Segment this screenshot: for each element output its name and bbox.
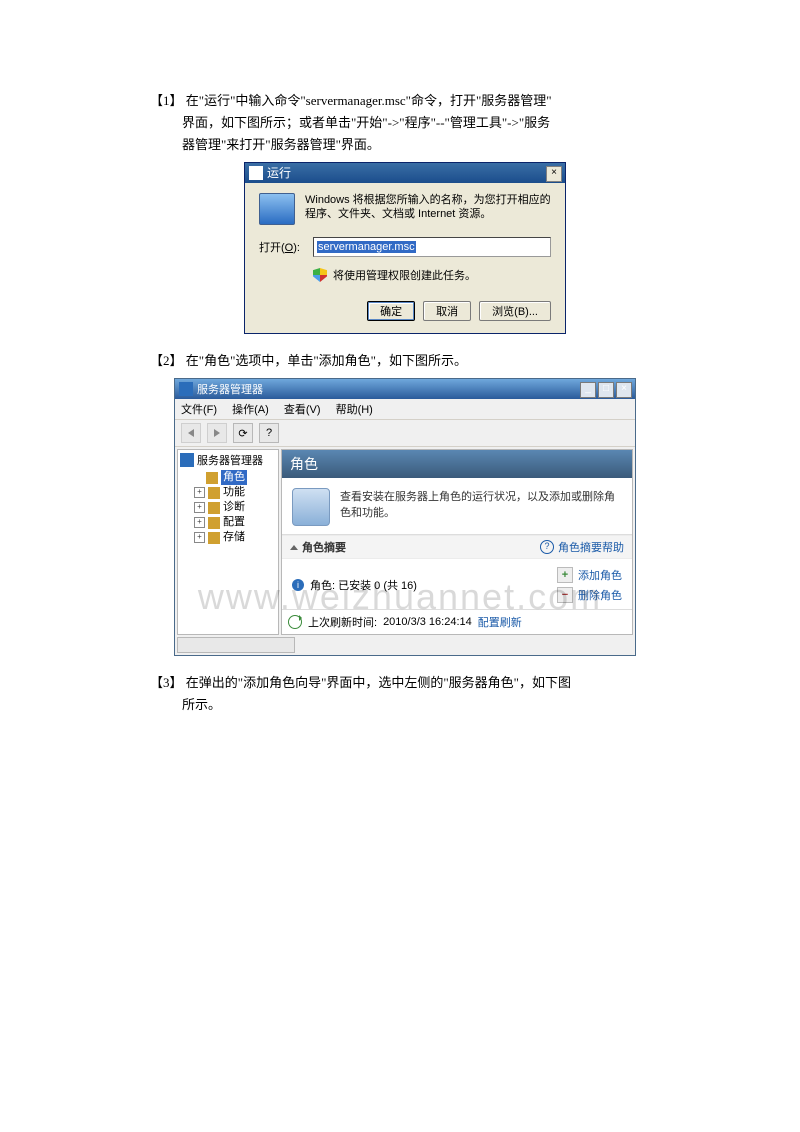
run-ok-button[interactable]: 确定 — [367, 301, 415, 321]
status-time-prefix: 上次刷新时间: — [308, 614, 377, 630]
step-2-num: 【2】 — [150, 353, 183, 368]
roles-big-icon — [292, 488, 330, 526]
step-1: 【1】 在"运行"中输入命令"servermanager.msc"命令，打开"服… — [150, 90, 660, 156]
roles-summary-header[interactable]: 角色摘要 ? 角色摘要帮助 — [282, 535, 632, 559]
sm-tree: 服务器管理器 角色 +功能 +诊断 +配置 +存储 — [177, 449, 279, 635]
status-refresh-link[interactable]: 配置刷新 — [478, 614, 522, 630]
step-2-text: 在"角色"选项中，单击"添加角色"，如下图所示。 — [183, 353, 467, 368]
chevron-up-icon — [290, 545, 298, 550]
run-app-icon — [249, 166, 263, 180]
server-manager-window: 服务器管理器 _ □ × 文件(F) 操作(A) 查看(V) 帮助(H) ⟳ ? — [174, 378, 636, 656]
help-icon: ? — [540, 540, 554, 554]
remove-role-link[interactable]: 删除角色 — [557, 587, 622, 603]
run-browse-button[interactable]: 浏览(B)... — [479, 301, 551, 321]
refresh-icon — [288, 615, 302, 629]
tree-item-storage[interactable]: +存储 — [180, 530, 276, 545]
step-1-line-c: 器管理"来打开"服务器管理"界面。 — [150, 134, 660, 156]
run-open-label: 打开(O): — [259, 239, 313, 255]
step-3-line-a: 在弹出的"添加角色向导"界面中，选中左侧的"服务器角色"，如下图 — [183, 675, 571, 690]
step-1-line-a: 在"运行"中输入命令"servermanager.msc"命令，打开"服务器管理… — [183, 93, 552, 108]
run-title-text: 运行 — [267, 163, 291, 183]
sm-close-button[interactable]: × — [616, 382, 632, 398]
run-close-button[interactable]: × — [546, 166, 562, 182]
tree-root-label: 服务器管理器 — [197, 452, 263, 468]
run-icon — [259, 193, 295, 225]
info-icon: i — [292, 579, 304, 591]
tree-root[interactable]: 服务器管理器 — [180, 452, 276, 468]
run-cancel-button[interactable]: 取消 — [423, 301, 471, 321]
run-shield-note: 将使用管理权限创建此任务。 — [333, 267, 476, 283]
sm-max-button[interactable]: □ — [598, 382, 614, 398]
tree-item-roles[interactable]: 角色 — [180, 470, 276, 485]
run-input-value: servermanager.msc — [317, 241, 416, 253]
sm-right-pane: 角色 查看安装在服务器上角色的运行状况，以及添加或删除角色和功能。 角色摘要 ?… — [281, 449, 633, 635]
menu-action[interactable]: 操作(A) — [232, 404, 269, 416]
toolbar-help-button[interactable]: ? — [259, 423, 279, 443]
roles-installed-label: 角色: 已安装 0 (共 16) — [310, 577, 417, 593]
status-time: 2010/3/3 16:24:14 — [383, 616, 472, 628]
sm-toolbar: ⟳ ? — [175, 419, 635, 447]
step-1-line-b: 界面，如下图所示；或者单击"开始"->"程序"--"管理工具"->"服务 — [150, 112, 660, 134]
shield-icon — [313, 268, 327, 282]
menu-view[interactable]: 查看(V) — [284, 404, 321, 416]
tree-item-diagnostics[interactable]: +诊断 — [180, 500, 276, 515]
roles-summary-title: 角色摘要 — [302, 539, 346, 555]
step-3: 【3】 在弹出的"添加角色向导"界面中，选中左侧的"服务器角色"，如下图 所示。 — [150, 672, 660, 716]
roles-summary-help-link[interactable]: ? 角色摘要帮助 — [540, 539, 624, 555]
roles-description: 查看安装在服务器上角色的运行状况，以及添加或删除角色和功能。 — [340, 488, 622, 520]
sm-title-bar: 服务器管理器 _ □ × — [175, 379, 635, 399]
sm-menubar: 文件(F) 操作(A) 查看(V) 帮助(H) — [175, 399, 635, 419]
run-dialog: 运行 × Windows 将根据您所输入的名称，为您打开相应的程序、文件夹、文档… — [244, 162, 566, 334]
add-role-link[interactable]: 添加角色 — [557, 567, 622, 583]
run-open-input[interactable]: servermanager.msc — [313, 237, 551, 257]
server-icon — [180, 453, 194, 467]
run-title-bar: 运行 × — [245, 163, 565, 183]
toolbar-forward-button[interactable] — [207, 423, 227, 443]
run-description: Windows 将根据您所输入的名称，为您打开相应的程序、文件夹、文档或 Int… — [305, 193, 551, 221]
step-1-num: 【1】 — [150, 93, 183, 108]
tree-hscroll[interactable] — [177, 637, 295, 653]
step-2: 【2】 在"角色"选项中，单击"添加角色"，如下图所示。 — [150, 350, 660, 372]
menu-help[interactable]: 帮助(H) — [336, 404, 373, 416]
sm-right-header: 角色 — [282, 450, 632, 478]
step-3-line-b: 所示。 — [150, 694, 660, 716]
sm-min-button[interactable]: _ — [580, 382, 596, 398]
menu-file[interactable]: 文件(F) — [181, 404, 217, 416]
sm-status-bar: 上次刷新时间: 2010/3/3 16:24:14 配置刷新 — [282, 609, 632, 634]
toolbar-back-button[interactable] — [181, 423, 201, 443]
sm-app-icon — [179, 382, 193, 396]
remove-icon — [557, 587, 573, 603]
step-3-num: 【3】 — [150, 675, 183, 690]
tree-item-features[interactable]: +功能 — [180, 485, 276, 500]
add-icon — [557, 567, 573, 583]
sm-title-text: 服务器管理器 — [197, 381, 263, 397]
toolbar-refresh-button[interactable]: ⟳ — [233, 423, 253, 443]
tree-item-config[interactable]: +配置 — [180, 515, 276, 530]
